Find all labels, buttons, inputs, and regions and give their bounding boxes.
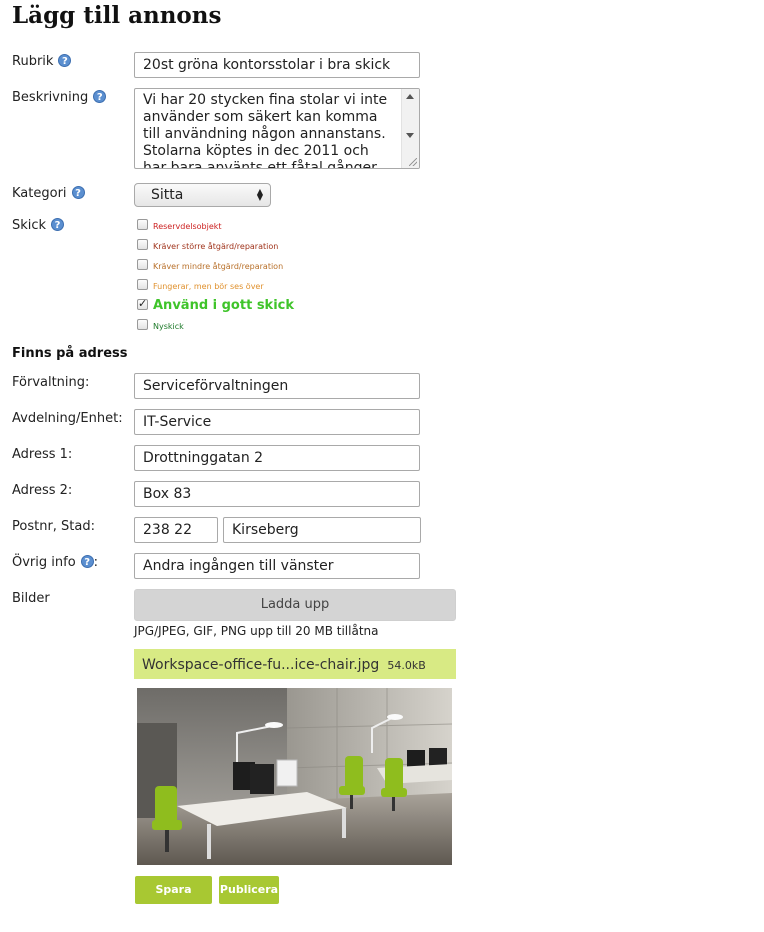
kategori-label: Kategori? <box>12 186 85 201</box>
skick-option-label: Kräver större åtgärd/reparation <box>153 242 279 251</box>
adress1-label: Adress 1: <box>12 447 73 462</box>
chair-base-shape <box>392 797 395 811</box>
help-icon[interactable]: ? <box>58 54 72 67</box>
desk-leg-shape <box>207 824 211 859</box>
uploaded-file: Workspace-office-fu...ice-chair.jpg 54.0k… <box>134 649 456 679</box>
rubrik-label-text: Rubrik <box>12 54 54 69</box>
kategori-selected: Sitta <box>151 187 184 203</box>
beskrivning-label: Beskrivning? <box>12 90 107 105</box>
rubrik-label: Rubrik? <box>12 54 72 69</box>
ovrig-label-text: Övrig info <box>12 555 76 570</box>
forvaltning-label: Förvaltning: <box>12 375 90 390</box>
resize-grip-icon[interactable] <box>409 158 417 166</box>
avdelning-label: Avdelning/Enhet: <box>12 411 123 426</box>
chair-base-shape <box>165 830 169 852</box>
skick-option-label: Fungerar, men bör ses över <box>153 282 264 291</box>
adress2-input[interactable]: Box 83 <box>134 481 420 507</box>
page-title: Lägg till annons <box>12 2 222 29</box>
adress2-label: Adress 2: <box>12 483 73 498</box>
skick-checkbox-mindre-atgard[interactable] <box>137 259 148 270</box>
upload-button[interactable]: Ladda upp <box>134 589 456 621</box>
beskrivning-label-text: Beskrivning <box>12 90 89 105</box>
select-arrows-icon: ▲ ▼ <box>256 187 263 202</box>
ovrig-input[interactable]: Andra ingången till vänster <box>134 553 420 579</box>
address-heading: Finns på adress <box>12 346 128 361</box>
image-preview[interactable] <box>137 688 452 865</box>
skick-checkbox-nyskick[interactable] <box>137 319 148 330</box>
help-icon[interactable]: ? <box>71 186 85 199</box>
bilder-label: Bilder <box>12 591 50 606</box>
skick-label: Skick? <box>12 218 65 233</box>
textarea-scrollbar[interactable] <box>401 89 419 168</box>
lamp-head-shape <box>265 722 283 728</box>
postnr-input[interactable]: 238 22 <box>134 517 218 543</box>
stad-input[interactable]: Kirseberg <box>223 517 421 543</box>
skick-option-label: Kräver mindre åtgärd/reparation <box>153 262 284 271</box>
adress1-input[interactable]: Drottninggatan 2 <box>134 445 420 471</box>
help-icon[interactable]: ? <box>51 218 65 231</box>
monitor-shape <box>250 764 274 794</box>
kategori-select[interactable]: Sitta ▲ ▼ <box>134 183 271 207</box>
skick-option-label: Reservdelsobjekt <box>153 222 222 231</box>
skick-checkbox-reservdelsobjekt[interactable] <box>137 219 148 230</box>
upload-hint: JPG/JPEG, GIF, PNG upp till 20 MB tillåt… <box>134 624 379 638</box>
file-size: 54.0kB <box>387 659 426 672</box>
monitor-shape <box>276 759 298 787</box>
help-icon[interactable]: ? <box>80 555 94 568</box>
avdelning-input[interactable]: IT-Service <box>134 409 420 435</box>
file-name: Workspace-office-fu...ice-chair.jpg <box>142 657 380 673</box>
skick-option-label: Använd i gott skick <box>153 298 295 313</box>
ovrig-label-colon: : <box>93 555 99 570</box>
beskrivning-textarea[interactable]: Vi har 20 stycken fina stolar vi inte an… <box>134 88 420 169</box>
ovrig-label: Övrig info?: <box>12 555 98 570</box>
rubrik-input[interactable]: 20st gröna kontorsstolar i bra skick <box>134 52 420 78</box>
skick-checkbox-fungerar[interactable] <box>137 279 148 290</box>
lamp-head-shape <box>387 714 403 720</box>
skick-label-text: Skick <box>12 218 47 233</box>
scroll-up-icon[interactable] <box>406 94 414 99</box>
chair-base-shape <box>350 795 353 809</box>
desk-leg-shape <box>342 808 346 838</box>
postnr-stad-label: Postnr, Stad: <box>12 519 95 534</box>
skick-option-label: Nyskick <box>153 322 184 331</box>
kategori-label-text: Kategori <box>12 186 67 201</box>
scroll-down-icon[interactable] <box>406 133 414 138</box>
wall-right-shape <box>287 688 452 808</box>
beskrivning-text: Vi har 20 stycken fina stolar vi inte an… <box>143 92 388 169</box>
help-icon[interactable]: ? <box>93 90 107 103</box>
skick-checkbox-storre-atgard[interactable] <box>137 239 148 250</box>
forvaltning-input[interactable]: Serviceförvaltningen <box>134 373 420 399</box>
skick-checkbox-gott-skick[interactable] <box>137 297 148 310</box>
publish-button[interactable]: Publicera <box>219 876 279 904</box>
save-draft-button[interactable]: Spara utkast <box>135 876 212 924</box>
